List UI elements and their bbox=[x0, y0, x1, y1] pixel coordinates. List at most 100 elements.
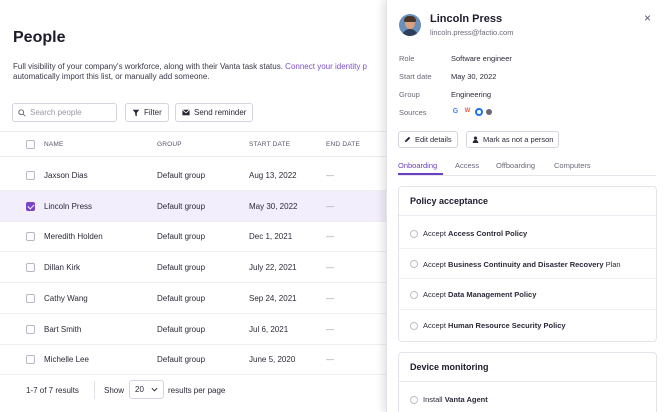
search-input[interactable] bbox=[30, 108, 108, 117]
show-label: Show bbox=[104, 386, 125, 395]
tab-computers[interactable]: Computers bbox=[554, 161, 591, 170]
row-checkbox[interactable] bbox=[26, 201, 35, 211]
sources-label: Sources bbox=[399, 108, 427, 117]
task-subject: Business Continuity and Disaster Recover… bbox=[448, 259, 604, 269]
connect-identity-link[interactable]: Connect your identity p bbox=[285, 62, 367, 71]
info-icon bbox=[486, 108, 492, 115]
tab-access[interactable]: Access bbox=[455, 161, 479, 170]
task-verb: Accept bbox=[423, 229, 446, 238]
card-divider bbox=[399, 381, 656, 382]
cell-start-date: June 5, 2020 bbox=[249, 355, 296, 365]
pagination-footer: 1-7 of 7 results Show 20 results per pag… bbox=[0, 376, 400, 406]
row-checkbox[interactable] bbox=[26, 355, 35, 365]
task-verb: Accept bbox=[423, 290, 446, 300]
chevron-down-icon bbox=[151, 387, 158, 392]
per-page-value: 20 bbox=[135, 385, 144, 394]
footer-divider bbox=[94, 381, 95, 399]
cell-name: Bart Smith bbox=[44, 324, 82, 334]
sources-icons: G W bbox=[451, 107, 492, 116]
cell-start-date: Sep 24, 2021 bbox=[249, 293, 297, 303]
edit-details-button[interactable]: Edit details bbox=[398, 131, 458, 148]
column-group[interactable]: GROUP bbox=[157, 141, 182, 148]
page-title: People bbox=[13, 29, 66, 46]
description-text-2: automatically import this list, or manua… bbox=[13, 72, 210, 81]
cell-start-date: Jul 6, 2021 bbox=[249, 324, 289, 334]
cell-start-date: Aug 13, 2022 bbox=[249, 171, 297, 180]
role-label: Role bbox=[399, 54, 415, 63]
cell-start-date: Dec 1, 2021 bbox=[249, 232, 293, 242]
cell-name: Jaxson Dias bbox=[44, 171, 88, 180]
column-name[interactable]: NAME bbox=[44, 141, 64, 148]
task-item[interactable]: Accept Business Continuity and Disaster … bbox=[410, 260, 621, 269]
task-text: Accept Access Control Policy bbox=[423, 229, 527, 238]
task-text: Accept Business Continuity and Disaster … bbox=[423, 260, 621, 269]
send-reminder-label: Send reminder bbox=[194, 108, 247, 117]
task-item[interactable]: Accept Access Control Policy bbox=[410, 229, 527, 238]
cell-start-date: July 22, 2021 bbox=[249, 263, 297, 273]
search-icon bbox=[18, 108, 26, 117]
pencil-icon bbox=[404, 136, 411, 143]
page-description: Full visibility of your company's workfo… bbox=[13, 62, 393, 82]
table-row[interactable]: Bart Smith Default group Jul 6, 2021 — bbox=[0, 314, 400, 345]
row-checkbox[interactable] bbox=[26, 324, 35, 334]
column-end-date[interactable]: END DATE bbox=[326, 141, 360, 148]
task-item[interactable]: Accept Data Management Policy bbox=[410, 290, 536, 299]
table-row[interactable]: Lincoln Press Default group May 30, 2022 — bbox=[0, 190, 400, 222]
task-status-icon[interactable] bbox=[410, 321, 418, 330]
row-checkbox[interactable] bbox=[26, 232, 35, 242]
task-subject: Vanta Agent bbox=[444, 395, 488, 404]
gusto-icon: W bbox=[464, 108, 471, 114]
task-text: Install Vanta Agent bbox=[423, 395, 488, 404]
row-checkbox[interactable] bbox=[26, 293, 35, 303]
group-value: Engineering bbox=[451, 90, 492, 99]
task-text: Accept Data Management Policy bbox=[423, 290, 536, 299]
table-row[interactable]: Jaxson Dias Default group Aug 13, 2022 — bbox=[0, 160, 400, 191]
tab-offboarding[interactable]: Offboarding bbox=[496, 161, 535, 170]
table-row[interactable]: Meredith Holden Default group Dec 1, 2021 — bbox=[0, 221, 400, 253]
mail-icon bbox=[182, 109, 190, 116]
policy-card-title: Policy acceptance bbox=[410, 196, 489, 206]
task-status-icon[interactable] bbox=[410, 229, 418, 238]
task-status-icon[interactable] bbox=[410, 290, 418, 299]
mark-not-person-label: Mark as not a person bbox=[483, 135, 554, 144]
description-text: Full visibility of your company's workfo… bbox=[13, 62, 283, 71]
table-row[interactable]: Cathy Wang Default group Sep 24, 2021 — bbox=[0, 283, 400, 314]
search-box[interactable] bbox=[12, 103, 117, 122]
cell-end-date: — bbox=[326, 293, 334, 303]
close-icon[interactable]: × bbox=[644, 12, 651, 24]
send-reminder-button[interactable]: Send reminder bbox=[175, 103, 254, 122]
role-value: Software engineer bbox=[451, 54, 512, 63]
person-detail-panel: Lincoln Press lincoln.press@factio.com ×… bbox=[386, 0, 664, 412]
row-checkbox[interactable] bbox=[26, 263, 35, 273]
task-item[interactable]: Accept Human Resource Security Policy bbox=[410, 321, 566, 330]
task-item[interactable]: Install Vanta Agent bbox=[410, 395, 488, 404]
start-date-value: May 30, 2022 bbox=[451, 72, 497, 81]
row-checkbox[interactable] bbox=[26, 171, 35, 180]
task-subject: Access Control Policy bbox=[448, 229, 528, 238]
task-suffix: Plan bbox=[605, 259, 621, 269]
mark-not-person-button[interactable]: Mark as not a person bbox=[466, 131, 560, 148]
task-subject: Human Resource Security Policy bbox=[448, 321, 566, 331]
column-start-date[interactable]: START DATE bbox=[249, 141, 290, 148]
filter-button[interactable]: Filter bbox=[125, 103, 169, 122]
cell-group: Default group bbox=[157, 171, 206, 180]
task-status-icon[interactable] bbox=[410, 260, 418, 269]
table-row[interactable]: Michelle Lee Default group June 5, 2020 — bbox=[0, 344, 400, 376]
cell-name: Meredith Holden bbox=[44, 232, 103, 242]
start-date-label: Start date bbox=[399, 72, 432, 81]
per-page-select[interactable]: 20 bbox=[129, 380, 164, 399]
cell-group: Default group bbox=[157, 293, 206, 303]
task-status-icon[interactable] bbox=[410, 395, 418, 404]
filter-label: Filter bbox=[144, 108, 162, 117]
cell-group: Default group bbox=[157, 232, 206, 242]
cell-group: Default group bbox=[157, 355, 206, 365]
select-all-checkbox[interactable] bbox=[26, 140, 35, 149]
person-email: lincoln.press@factio.com bbox=[430, 28, 514, 37]
cell-end-date: — bbox=[326, 171, 334, 180]
device-card-title: Device monitoring bbox=[410, 362, 489, 372]
cell-name: Lincoln Press bbox=[44, 201, 93, 211]
cell-group: Default group bbox=[157, 263, 206, 273]
item-divider bbox=[399, 278, 656, 280]
table-row[interactable]: Dillan Kirk Default group July 22, 2021 — bbox=[0, 252, 400, 284]
tab-onboarding[interactable]: Onboarding bbox=[398, 161, 437, 170]
